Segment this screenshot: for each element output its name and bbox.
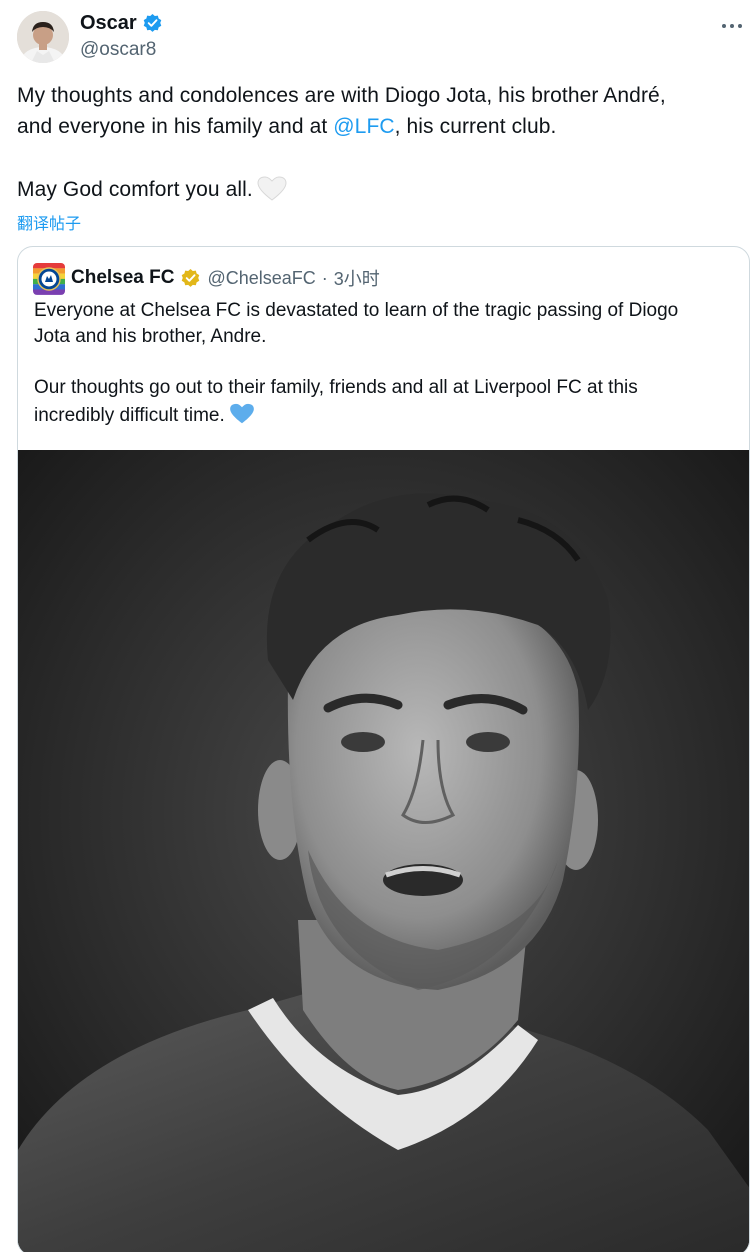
quoted-header: Chelsea FC @ChelseaFC · 3小时 bbox=[71, 265, 380, 291]
white-heart-icon bbox=[257, 176, 287, 202]
verified-badge-icon bbox=[142, 13, 163, 34]
mention-link[interactable]: @LFC bbox=[333, 115, 394, 138]
author-avatar[interactable] bbox=[17, 11, 69, 63]
author-handle[interactable]: @oscar8 bbox=[80, 39, 156, 61]
author-name[interactable]: Oscar bbox=[80, 12, 137, 35]
quoted-text-segment: incredibly difficult time. bbox=[34, 405, 225, 426]
quoted-tweet-card[interactable]: Chelsea FC @ChelseaFC · 3小时 Everyone at … bbox=[17, 246, 750, 1252]
post-text-line-1: My thoughts and condolences are with Dio… bbox=[17, 84, 666, 107]
quoted-text-line-2: Jota and his brother, Andre. bbox=[34, 326, 267, 347]
separator-dot: · bbox=[321, 267, 328, 288]
quoted-author-handle[interactable]: @ChelseaFC bbox=[207, 268, 315, 289]
post-text-segment: , his current club. bbox=[394, 115, 557, 138]
quoted-photo[interactable] bbox=[18, 450, 749, 1252]
blue-heart-icon bbox=[229, 403, 255, 425]
chelsea-crest-icon[interactable] bbox=[33, 263, 65, 295]
post-text-segment: and everyone in his family and at bbox=[17, 115, 334, 138]
tweet: Oscar @oscar8 My thoughts and condolence… bbox=[0, 0, 750, 1252]
gold-verified-badge-icon bbox=[180, 268, 201, 289]
quoted-text-line-1: Everyone at Chelsea FC is devastated to … bbox=[34, 300, 679, 321]
more-options-icon[interactable] bbox=[722, 20, 746, 32]
quoted-author-name[interactable]: Chelsea FC bbox=[71, 267, 174, 289]
quoted-text-line-3: Our thoughts go out to their family, fri… bbox=[34, 377, 638, 398]
post-text-line-2: and everyone in his family and at @LFC, … bbox=[17, 115, 556, 139]
post-text-line-3: May God comfort you all. bbox=[17, 176, 287, 202]
post-text-segment: May God comfort you all. bbox=[17, 178, 253, 201]
quoted-timestamp[interactable]: 3小时 bbox=[334, 265, 380, 291]
author-name-row: Oscar bbox=[80, 12, 163, 35]
quoted-text-line-4: incredibly difficult time. bbox=[34, 403, 255, 427]
translate-post-link[interactable]: 翻译帖子 bbox=[17, 210, 81, 234]
